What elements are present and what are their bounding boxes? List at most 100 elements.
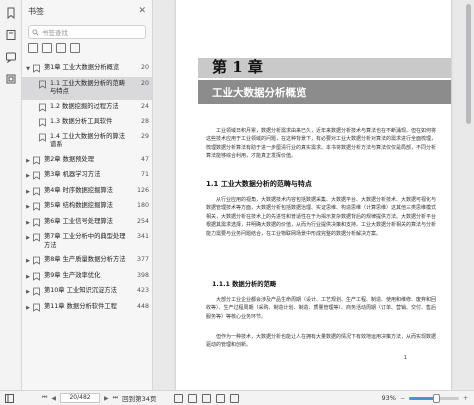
status-bar: ⏮ ◀ 20/482 ▶ ⏭ 回到第34页 93% − +: [0, 390, 474, 405]
bookmark-page: 20: [140, 79, 149, 87]
bookmark-item[interactable]: ▶ 第3章 机器学习方法 71: [22, 168, 152, 184]
bookmark-search-input[interactable]: 书签查找: [28, 25, 146, 39]
chapter-number: 第 1 章: [212, 58, 263, 76]
chevron-right-icon[interactable]: ▶: [24, 233, 32, 243]
chevron-right-icon[interactable]: ▶: [24, 287, 32, 297]
bookmark-item[interactable]: 1.1 工业大数据分析的范畴与特点 20: [22, 76, 152, 100]
bookmark-item[interactable]: ▶ 第9章 生产效率优化 398: [22, 269, 152, 285]
bookmark-icon: [32, 202, 41, 211]
chevron-right-icon[interactable]: ▶: [24, 256, 32, 266]
bookmark-item[interactable]: ▶ 第5章 结构数据挖掘算法 180: [22, 199, 152, 215]
chevron-right-icon[interactable]: ▶: [24, 303, 32, 313]
chevron-right-icon[interactable]: ▶: [24, 156, 32, 166]
left-toolbar: [0, 0, 22, 390]
last-page-icon[interactable]: ⏭: [113, 394, 118, 402]
bookmark-icon: [32, 233, 41, 242]
bookmark-item[interactable]: 1.4 工业大数据分析的算法谱系 29: [22, 130, 152, 153]
bookmark-label: 第10章 工业知识沉淀方法: [44, 287, 117, 294]
bookmark-icon: [32, 256, 41, 265]
vertical-scrollbar[interactable]: [466, 4, 471, 124]
delete-bookmark-icon[interactable]: [42, 43, 52, 53]
page-input[interactable]: 20/482: [60, 393, 101, 403]
fullscreen-icon[interactable]: [230, 393, 240, 403]
chevron-right-icon[interactable]: ▶: [24, 171, 32, 181]
bookmark-label: 第8章 生产质量数据分析方法: [44, 256, 126, 263]
bookmark-icon: [32, 156, 41, 165]
chevron-down-icon[interactable]: ▼: [24, 64, 32, 74]
page-navigator: ⏮ ◀ 20/482 ▶ ⏭ 回到第34页: [42, 393, 156, 403]
thumbnail-icon[interactable]: [4, 28, 18, 42]
bookmark-page: 341: [136, 233, 149, 240]
bookmark-item[interactable]: ▶ 第2章 数据预处理 47: [22, 153, 152, 169]
double-page-icon[interactable]: [188, 393, 198, 403]
zoom-slider-handle[interactable]: [433, 393, 441, 403]
bookmark-label: 1.2 数据挖掘的过程方法: [50, 102, 119, 110]
bookmark-label: 第7章 工业分析中的典型处理方法: [44, 233, 126, 249]
collapse-all-icon[interactable]: [70, 43, 80, 53]
zoom-out-icon[interactable]: −: [400, 395, 405, 402]
pdf-page: 第 1 章 工业大数据分析概览 工业领域日积月累，数据分析需求由来已久，近年来数…: [176, 0, 451, 390]
search-icon: [32, 28, 39, 36]
bookmark-item[interactable]: ▶ 第6章 工业信号处理算法 254: [22, 215, 152, 231]
bookmark-icon: [38, 118, 47, 127]
sidebar-toggle-icon[interactable]: [4, 393, 14, 403]
bookmark-page: 423: [136, 287, 149, 294]
close-icon[interactable]: ✕: [138, 6, 146, 16]
bookmark-icon: [38, 133, 47, 142]
chevron-right-icon[interactable]: ▶: [24, 202, 32, 212]
attachment-icon[interactable]: [4, 72, 18, 86]
bookmark-item[interactable]: ▶ 第10章 工业知识沉淀方法 423: [22, 284, 152, 300]
bookmark-label: 1.1 工业大数据分析的范畴与特点: [50, 79, 125, 96]
bookmark-icon: [38, 103, 47, 112]
book-mode-icon[interactable]: [216, 393, 226, 403]
chapter-title: 工业大数据分析概览: [212, 87, 307, 99]
bookmark-item[interactable]: ▶ 第8章 生产质量数据分析方法 377: [22, 253, 152, 269]
bookmark-item[interactable]: 1.3 数据分析工具软件 28: [22, 115, 152, 130]
continuous-icon[interactable]: [202, 393, 212, 403]
zoom-slider[interactable]: [408, 393, 459, 403]
bookmark-label: 第6章 工业信号处理算法: [44, 217, 113, 225]
bookmark-icon: [32, 187, 41, 196]
zoom-control: 93% − +: [381, 393, 468, 403]
add-bookmark-icon[interactable]: [28, 43, 38, 53]
bookmark-icon: [38, 80, 47, 89]
bookmark-icon: [32, 272, 41, 281]
prev-page-icon[interactable]: ◀: [51, 395, 56, 402]
bookmark-label: 第5章 结构数据挖掘算法: [44, 202, 113, 209]
next-page-icon[interactable]: ▶: [104, 395, 109, 402]
goto-page-link[interactable]: 回到第34页: [122, 393, 156, 403]
bookmark-icon: [32, 218, 41, 227]
chevron-right-icon[interactable]: ▶: [24, 187, 32, 197]
expand-all-icon[interactable]: [56, 43, 66, 53]
body-paragraph: 大部分工业企业都会涉及产品生命周期（设计、工艺规划、生产工程、制造、使用和维修、…: [206, 297, 437, 320]
document-view[interactable]: 第 1 章 工业大数据分析概览 工业领域日积月累，数据分析需求由来已久，近年来数…: [153, 0, 474, 390]
bookmark-page: 29: [140, 132, 149, 140]
bookmark-item[interactable]: ▼ 第1章 工业大数据分析概览 20: [22, 61, 152, 77]
bookmark-item[interactable]: ▶ 第4章 时序数据挖掘算法 126: [22, 184, 152, 200]
bookmark-toolbar: [22, 43, 152, 57]
first-page-icon[interactable]: ⏮: [42, 394, 47, 402]
bookmark-item[interactable]: 1.2 数据挖掘的过程方法 24: [22, 100, 152, 115]
body-paragraph: 从行业应用的视角，大数据技术内容包括数据采集、大数据平台、大数据分析技术、大数据…: [206, 197, 437, 237]
bookmark-item[interactable]: ▶ 第7章 工业分析中的典型处理方法 341: [22, 230, 152, 253]
chevron-right-icon[interactable]: ▶: [24, 218, 32, 228]
bookmark-page: 398: [136, 271, 149, 279]
zoom-in-icon[interactable]: +: [463, 395, 468, 402]
single-page-icon[interactable]: [174, 393, 184, 403]
section-heading: 1.1 工业大数据分析的范畴与特点: [206, 180, 312, 188]
bookmark-icon: [32, 303, 41, 312]
search-placeholder: 书签查找: [42, 29, 68, 37]
panel-header: 书签 ✕: [22, 0, 152, 22]
bookmark-label: 1.3 数据分析工具软件: [50, 117, 113, 125]
annotation-icon[interactable]: [4, 50, 18, 64]
bookmark-page: 71: [140, 171, 149, 178]
bookmark-page: 180: [136, 202, 149, 209]
chevron-right-icon[interactable]: ▶: [24, 272, 32, 282]
bookmark-page: 20: [140, 64, 149, 71]
bookmark-item[interactable]: ▶ 第11章 数据分析软件工程 448: [22, 300, 152, 316]
bookmark-icon: [32, 287, 41, 296]
bookmark-icon[interactable]: [4, 6, 18, 20]
